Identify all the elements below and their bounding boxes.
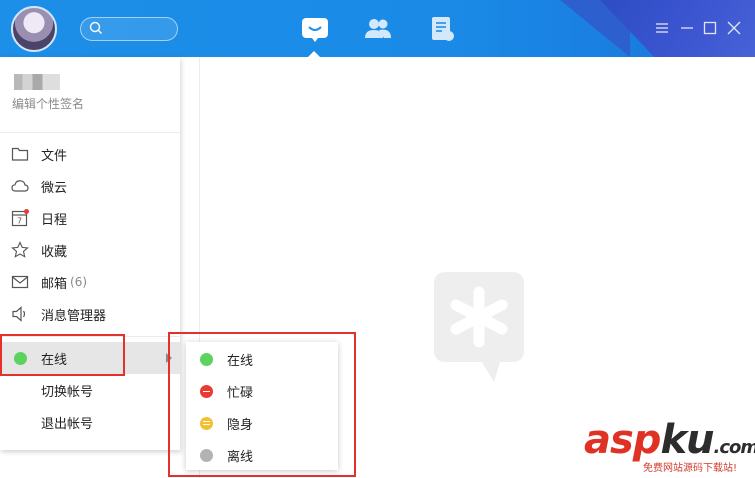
menu-item-logout[interactable]: 退出帐号: [0, 406, 180, 438]
menu-item-label: 微云: [41, 180, 68, 196]
svg-text:7: 7: [17, 217, 22, 226]
divider: [0, 132, 180, 133]
title-bar: [0, 0, 755, 57]
menu-item-switch-account[interactable]: 切换帐号: [0, 374, 180, 406]
menu-item-label: 邮箱: [41, 276, 68, 292]
menu-item-weiyun[interactable]: 微云: [0, 170, 180, 202]
menu-icon[interactable]: [655, 21, 669, 35]
calendar-icon: 7: [11, 209, 29, 227]
mail-icon: [11, 275, 29, 289]
menu-item-files[interactable]: 文件: [0, 138, 180, 170]
menu-item-label: 日程: [41, 212, 68, 228]
apps-tab-icon[interactable]: [428, 16, 458, 42]
cloud-icon: [11, 180, 29, 192]
main-menu: 编辑个性签名 文件 微云 7 日程 收藏 邮箱 (6) 消息管理器 在线 切换帐…: [0, 57, 180, 450]
menu-item-label: 退出帐号: [41, 416, 94, 432]
menu-item-label: 文件: [41, 148, 68, 164]
active-tab-indicator: [308, 51, 320, 57]
avatar[interactable]: [11, 6, 57, 52]
user-nickname-blurred: [14, 74, 60, 90]
contacts-tab-icon[interactable]: [363, 16, 393, 42]
mail-count-badge: (6): [70, 275, 88, 289]
search-icon: [89, 21, 102, 34]
menu-item-favorites[interactable]: 收藏: [0, 234, 180, 266]
folder-icon: [11, 147, 29, 161]
highlight-box-status-item: [0, 334, 125, 376]
menu-item-label: 切换帐号: [41, 384, 94, 400]
messages-tab-icon[interactable]: [300, 16, 330, 42]
signature-edit-link[interactable]: 编辑个性签名: [12, 95, 84, 112]
app-placeholder-logo-icon: [434, 272, 524, 382]
site-watermark-caption: 免费网站源码下载站!: [643, 463, 738, 474]
menu-item-mailbox[interactable]: 邮箱 (6): [0, 266, 180, 298]
search-input[interactable]: [80, 17, 178, 41]
minimize-icon[interactable]: [680, 21, 694, 35]
star-icon: [11, 241, 29, 258]
menu-item-label: 收藏: [41, 244, 68, 260]
maximize-icon[interactable]: [703, 21, 717, 35]
menu-item-schedule[interactable]: 7 日程: [0, 202, 180, 234]
menu-item-message-manager[interactable]: 消息管理器: [0, 298, 180, 330]
speaker-icon: [12, 306, 26, 322]
close-icon[interactable]: [727, 21, 741, 35]
menu-item-label: 消息管理器: [41, 308, 107, 324]
highlight-box-status-submenu: [168, 332, 356, 477]
